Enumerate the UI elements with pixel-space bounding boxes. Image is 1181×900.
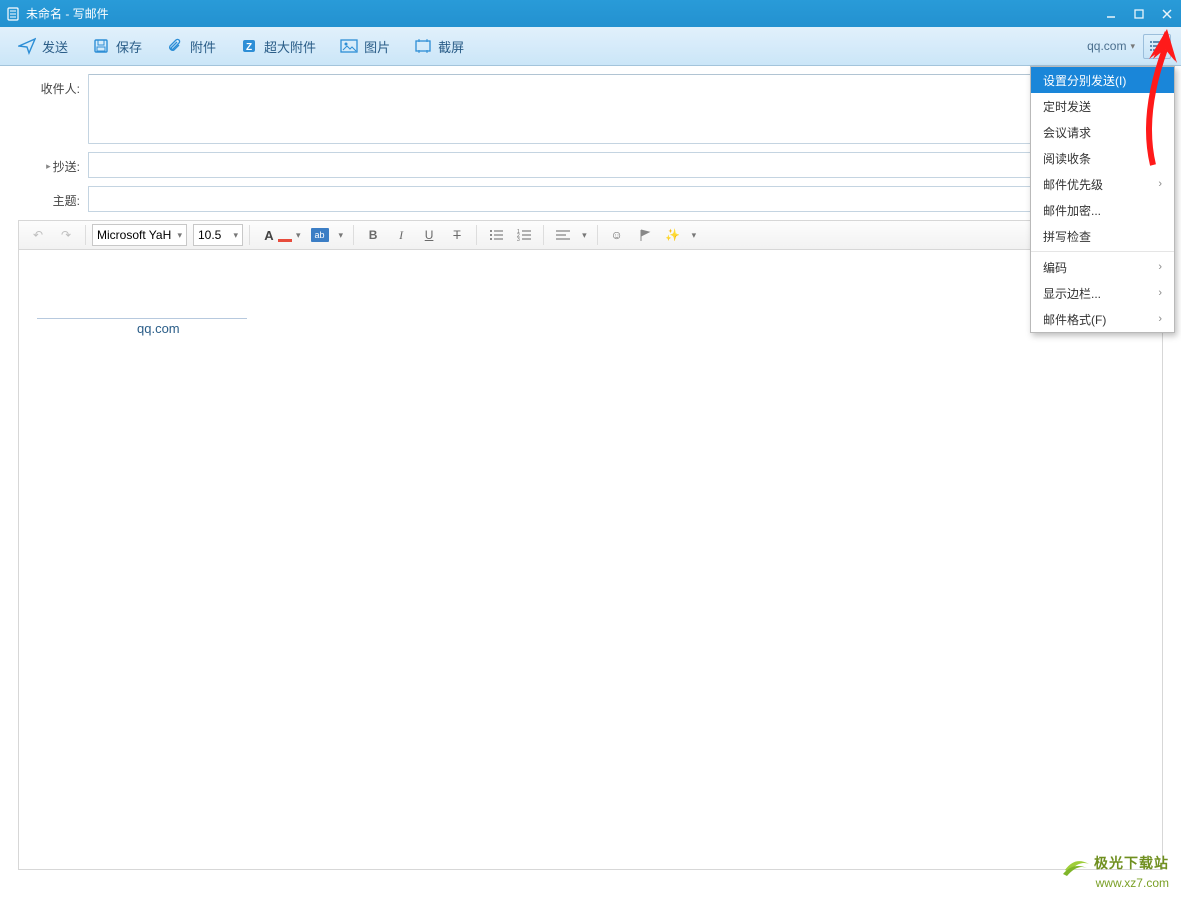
italic-button[interactable]: I: [388, 223, 414, 247]
big-attach-label: 超大附件: [264, 37, 316, 56]
editor-toolbar: ↶ ↷ Microsoft YaH▾ 10.5▾ A ▾ ab ▾ B I U …: [18, 220, 1163, 250]
chevron-down-icon[interactable]: ▾: [296, 230, 301, 241]
big-attach-icon: Z: [240, 37, 258, 55]
account-selector[interactable]: qq.com ▾: [1087, 39, 1135, 53]
svg-text:Z: Z: [246, 42, 252, 53]
menu-item-label: 邮件格式(F): [1043, 311, 1106, 328]
color-bar: [278, 239, 292, 242]
signature-text: qq.com: [37, 321, 1144, 336]
cc-label: ▸ 抄送:: [24, 152, 80, 175]
emoji-button[interactable]: ☺: [604, 223, 630, 247]
title-bar: 未命名 - 写邮件: [0, 0, 1181, 27]
screenshot-button[interactable]: 截屏: [406, 33, 472, 60]
send-icon: [18, 37, 36, 55]
send-button[interactable]: 发送: [10, 33, 76, 60]
attach-label: 附件: [190, 37, 216, 56]
main-toolbar: 发送 保存 附件 Z 超大附件 图片 截屏 qq.com ▾: [0, 27, 1181, 66]
signature-divider: [37, 318, 247, 319]
menu-item[interactable]: 编码 ›: [1031, 254, 1174, 280]
undo-button[interactable]: ↶: [25, 223, 51, 247]
options-dropdown: 设置分别发送(I) 定时发送会议请求阅读收条邮件优先级 › 邮件加密... 拼写检查编码…: [1030, 66, 1175, 333]
options-menu-button[interactable]: [1143, 34, 1171, 59]
screenshot-icon: [414, 37, 432, 55]
chevron-right-icon: ›: [1158, 178, 1162, 190]
svg-text:3: 3: [517, 237, 520, 241]
subject-field[interactable]: [88, 186, 1157, 212]
image-icon: [340, 37, 358, 55]
chevron-right-icon: ›: [1158, 313, 1162, 325]
menu-item-label: 邮件优先级: [1043, 176, 1103, 193]
menu-item[interactable]: 邮件格式(F) ›: [1031, 306, 1174, 332]
underline-button[interactable]: U: [416, 223, 442, 247]
font-color-button[interactable]: A: [256, 223, 282, 247]
menu-item-label: 拼写检查: [1043, 228, 1091, 245]
window-controls: [1097, 0, 1181, 27]
document-icon: [6, 6, 20, 22]
menu-item-label: 编码: [1043, 259, 1067, 276]
chevron-down-icon[interactable]: ▾: [582, 230, 587, 241]
to-field[interactable]: 3@qq.com>; >;: [88, 74, 1157, 144]
menu-item[interactable]: 阅读收条: [1031, 145, 1174, 171]
menu-item[interactable]: 会议请求: [1031, 119, 1174, 145]
menu-item[interactable]: 设置分别发送(I): [1031, 67, 1174, 93]
number-list-button[interactable]: 123: [511, 223, 537, 247]
chevron-right-icon: ›: [1158, 261, 1162, 273]
bold-button[interactable]: B: [360, 223, 386, 247]
flag-button[interactable]: [632, 223, 658, 247]
editor: ↶ ↷ Microsoft YaH▾ 10.5▾ A ▾ ab ▾ B I U …: [18, 220, 1163, 870]
menu-item[interactable]: 邮件优先级 ›: [1031, 171, 1174, 197]
list-icon: [1149, 39, 1165, 53]
menu-item[interactable]: 定时发送: [1031, 93, 1174, 119]
watermark: 极光下载站 www.xz7.com: [1061, 854, 1169, 892]
redo-button[interactable]: ↷: [53, 223, 79, 247]
chevron-down-icon[interactable]: ▾: [339, 230, 344, 241]
menu-item[interactable]: 显示边栏... ›: [1031, 280, 1174, 306]
save-label: 保存: [116, 37, 142, 56]
strike-button[interactable]: T: [444, 223, 470, 247]
magic-button[interactable]: ✨: [660, 223, 686, 247]
to-label: 收件人:: [24, 74, 80, 97]
align-button[interactable]: [550, 223, 576, 247]
menu-item-label: 邮件加密...: [1043, 202, 1101, 219]
screenshot-label: 截屏: [438, 37, 464, 56]
menu-item-label: 定时发送: [1043, 98, 1091, 115]
menu-separator: [1031, 251, 1174, 252]
big-attach-button[interactable]: Z 超大附件: [232, 33, 324, 60]
menu-item-label: 阅读收条: [1043, 150, 1091, 167]
menu-item-label: 设置分别发送(I): [1043, 72, 1126, 89]
chevron-down-icon: ▾: [233, 230, 238, 241]
compose-header: 收件人: 3@qq.com>; >; ▸ 抄送: 主题:: [0, 66, 1181, 212]
account-label: qq.com: [1087, 39, 1126, 53]
expand-icon[interactable]: ▸: [46, 161, 51, 172]
maximize-button[interactable]: [1125, 0, 1153, 27]
image-button[interactable]: 图片: [332, 33, 398, 60]
minimize-button[interactable]: [1097, 0, 1125, 27]
menu-item[interactable]: 邮件加密...: [1031, 197, 1174, 223]
subject-label: 主题:: [24, 186, 80, 209]
menu-item-label: 会议请求: [1043, 124, 1091, 141]
close-button[interactable]: [1153, 0, 1181, 27]
highlight-button[interactable]: ab: [307, 223, 333, 247]
send-label: 发送: [42, 37, 68, 56]
watermark-name: 极光下载站: [1094, 855, 1169, 871]
save-icon: [92, 37, 110, 55]
watermark-url: www.xz7.com: [1061, 876, 1169, 892]
bullet-list-button[interactable]: [483, 223, 509, 247]
font-size-select[interactable]: 10.5▾: [193, 224, 243, 246]
menu-item[interactable]: 拼写检查: [1031, 223, 1174, 249]
font-family-select[interactable]: Microsoft YaH▾: [92, 224, 187, 246]
chevron-down-icon[interactable]: ▾: [692, 230, 697, 241]
cc-field[interactable]: [88, 152, 1157, 178]
menu-item-label: 显示边栏...: [1043, 285, 1101, 302]
attach-button[interactable]: 附件: [158, 33, 224, 60]
save-button[interactable]: 保存: [84, 33, 150, 60]
paperclip-icon: [166, 37, 184, 55]
chevron-down-icon: ▾: [1130, 41, 1135, 52]
editor-body[interactable]: qq.com: [18, 250, 1163, 870]
chevron-down-icon: ▾: [177, 230, 182, 241]
chevron-right-icon: ›: [1158, 287, 1162, 299]
image-label: 图片: [364, 37, 390, 56]
window-title: 未命名 - 写邮件: [26, 5, 109, 22]
